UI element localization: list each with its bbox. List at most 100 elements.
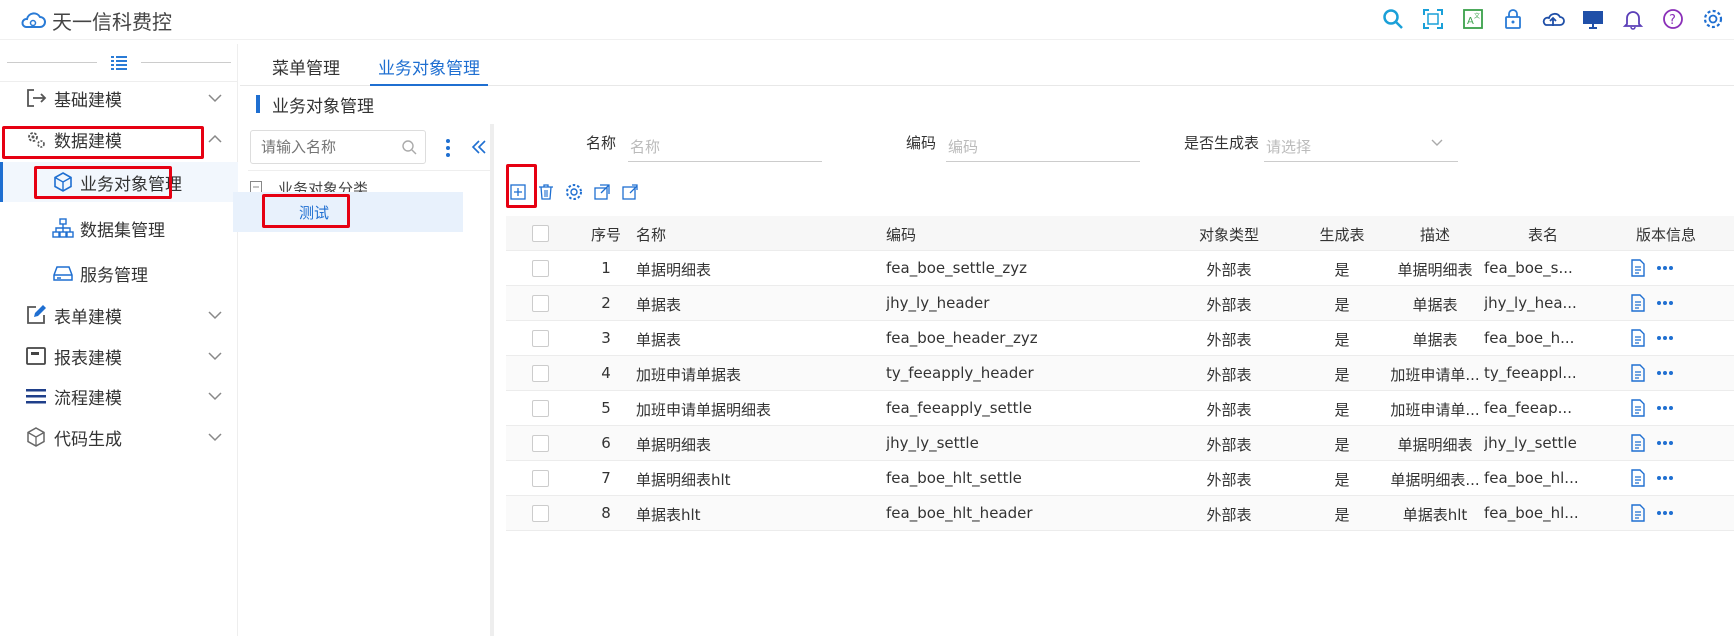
more-horizontal-icon[interactable] xyxy=(1656,510,1674,516)
cloud-upload-icon[interactable] xyxy=(1540,6,1566,32)
document-icon[interactable] xyxy=(1630,259,1646,277)
more-horizontal-icon[interactable] xyxy=(1656,475,1674,481)
row-gen: 是 xyxy=(1334,471,1350,489)
row-index: 4 xyxy=(601,364,611,382)
menu-toggle-icon[interactable] xyxy=(110,55,127,71)
row-index: 5 xyxy=(601,399,611,417)
tab-menu-management[interactable]: 菜单管理 xyxy=(264,54,348,86)
chevron-down-icon xyxy=(208,433,222,442)
report-icon xyxy=(26,347,46,365)
col-index: 序号 xyxy=(590,226,621,244)
page-title: 业务对象管理 xyxy=(256,92,374,117)
tree-search-input[interactable] xyxy=(251,131,391,163)
row-desc: 单据明细表 xyxy=(1397,261,1473,279)
more-horizontal-icon[interactable] xyxy=(1656,370,1674,376)
filter-code-label: 编码 xyxy=(906,134,937,152)
filter-code-input[interactable]: 编码 xyxy=(946,126,1140,162)
row-checkbox[interactable] xyxy=(532,400,549,417)
delete-icon[interactable] xyxy=(536,182,556,202)
table-row[interactable]: 6 单据明细表 jhy_ly_settle 外部表 是 单据明细表 jhy_ly_settl… xyxy=(506,426,1734,461)
bell-icon[interactable] xyxy=(1620,6,1646,32)
tree-search[interactable] xyxy=(250,130,426,164)
row-checkbox[interactable] xyxy=(532,365,549,382)
filter-bar: 名称 名称 编码 编码 是否生成表 请选择 xyxy=(500,124,1734,164)
filter-name-input[interactable]: 名称 xyxy=(628,126,822,162)
row-table-name: jhy_ly_hea... xyxy=(1484,294,1577,312)
row-checkbox[interactable] xyxy=(532,330,549,347)
sidebar-subitem-service[interactable]: 服务管理 xyxy=(0,253,238,293)
more-horizontal-icon[interactable] xyxy=(1656,300,1674,306)
document-icon[interactable] xyxy=(1630,469,1646,487)
version-actions xyxy=(1630,364,1674,382)
row-checkbox[interactable] xyxy=(532,295,549,312)
sidebar-item-report-modeling[interactable]: 报表建模 xyxy=(0,336,238,376)
row-checkbox[interactable] xyxy=(532,470,549,487)
row-index: 7 xyxy=(601,469,611,487)
row-code: jhy_ly_settle xyxy=(886,434,979,452)
sidebar-item-basic-modeling[interactable]: 基础建模 xyxy=(0,78,238,118)
fullscreen-icon[interactable] xyxy=(1420,6,1446,32)
row-type: 外部表 xyxy=(1206,261,1252,279)
svg-text:文: 文 xyxy=(1474,12,1480,20)
document-icon[interactable] xyxy=(1630,434,1646,452)
search-icon[interactable] xyxy=(1380,6,1406,32)
select-all-checkbox[interactable] xyxy=(532,225,549,242)
document-icon[interactable] xyxy=(1630,399,1646,417)
document-icon[interactable] xyxy=(1630,504,1646,522)
more-horizontal-icon[interactable] xyxy=(1656,440,1674,446)
filter-gen-label: 是否生成表 xyxy=(1184,134,1260,152)
more-horizontal-icon[interactable] xyxy=(1656,265,1674,271)
row-checkbox[interactable] xyxy=(532,435,549,452)
row-index: 8 xyxy=(601,504,611,522)
tab-business-object[interactable]: 业务对象管理 xyxy=(370,54,488,86)
row-desc: 加班申请单... xyxy=(1390,366,1480,384)
document-icon[interactable] xyxy=(1630,364,1646,382)
gear-icon[interactable] xyxy=(564,182,584,202)
sidebar: 基础建模 数据建模 业务对象管理 数据集管理 服务管理 表单建模 报表建模 流程… xyxy=(0,44,238,636)
document-icon[interactable] xyxy=(1630,294,1646,312)
lock-icon[interactable] xyxy=(1500,6,1526,32)
sidebar-item-label: 流程建模 xyxy=(54,388,122,409)
row-type: 外部表 xyxy=(1206,471,1252,489)
more-horizontal-icon[interactable] xyxy=(1656,405,1674,411)
svg-text:?: ? xyxy=(1669,13,1676,28)
translate-icon[interactable]: A文 xyxy=(1460,6,1486,32)
more-vertical-icon[interactable] xyxy=(444,138,452,158)
collapse-left-icon[interactable] xyxy=(470,138,488,156)
chevron-down-icon xyxy=(208,352,222,361)
search-icon[interactable] xyxy=(401,139,417,155)
row-checkbox[interactable] xyxy=(532,505,549,522)
row-table-name: fea_boe_hl... xyxy=(1484,504,1579,522)
row-desc: 单据表 xyxy=(1412,296,1458,314)
import-icon[interactable] xyxy=(592,182,612,202)
sidebar-subitem-dataset[interactable]: 数据集管理 xyxy=(0,208,238,248)
table-row[interactable]: 4 加班申请单据表 ty_feeapply_header 外部表 是 加班申请单... ty… xyxy=(506,356,1734,391)
document-icon[interactable] xyxy=(1630,329,1646,347)
settings-icon[interactable] xyxy=(1700,6,1726,32)
sidebar-item-form-modeling[interactable]: 表单建模 xyxy=(0,295,238,335)
row-name: 单据明细表 xyxy=(636,261,712,279)
sidebar-item-flow-modeling[interactable]: 流程建模 xyxy=(0,376,238,416)
monitor-icon[interactable] xyxy=(1580,6,1606,32)
table-row[interactable]: 1 单据明细表 fea_boe_settle_zyz 外部表 是 单据明细表 fea_boe… xyxy=(506,251,1734,286)
filter-gen-select[interactable]: 请选择 xyxy=(1264,126,1458,162)
sidebar-item-code-gen[interactable]: 代码生成 xyxy=(0,417,238,457)
export-icon[interactable] xyxy=(620,182,640,202)
help-icon[interactable]: ? xyxy=(1660,6,1686,32)
row-desc: 加班申请单... xyxy=(1390,401,1480,419)
more-horizontal-icon[interactable] xyxy=(1656,335,1674,341)
list-icon xyxy=(26,389,46,404)
row-code: fea_boe_settle_zyz xyxy=(886,259,1027,277)
table-row[interactable]: 3 单据表 fea_boe_header_zyz 外部表 是 单据表 fea_boe_h..… xyxy=(506,321,1734,356)
table-row[interactable]: 7 单据明细表hlt fea_boe_hlt_settle 外部表 是 单据明细表... f… xyxy=(506,461,1734,496)
row-code: fea_boe_hlt_header xyxy=(886,504,1033,522)
row-name: 加班申请单据表 xyxy=(636,366,742,384)
exit-icon xyxy=(27,89,47,107)
row-checkbox[interactable] xyxy=(532,260,549,277)
row-desc: 单据明细表 xyxy=(1397,436,1473,454)
table-row[interactable]: 8 单据表hlt fea_boe_hlt_header 外部表 是 单据表hlt fea_b… xyxy=(506,496,1734,531)
version-actions xyxy=(1630,294,1674,312)
table-row[interactable]: 5 加班申请单据明细表 fea_feeapply_settle 外部表 是 加班申请单..… xyxy=(506,391,1734,426)
row-code: fea_boe_header_zyz xyxy=(886,329,1038,347)
table-row[interactable]: 2 单据表 jhy_ly_header 外部表 是 单据表 jhy_ly_hea... xyxy=(506,286,1734,321)
